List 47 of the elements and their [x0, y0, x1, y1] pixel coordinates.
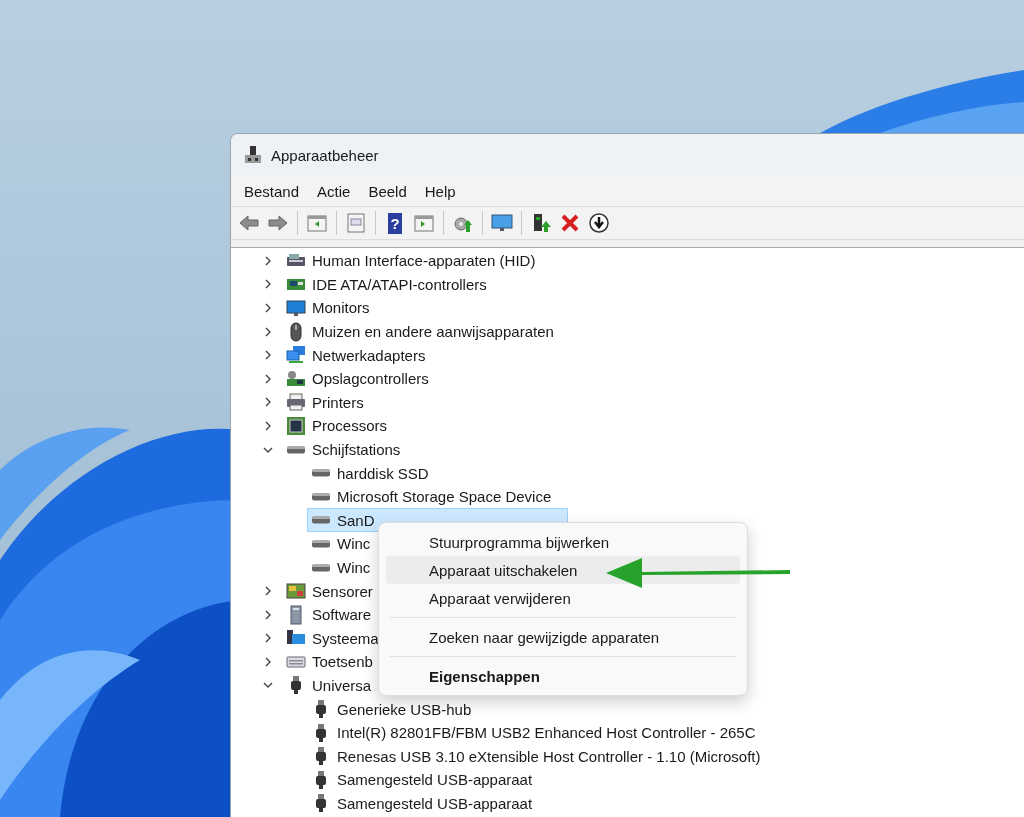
tree-item[interactable]: Software: [282, 602, 377, 627]
download-circle-icon[interactable]: [586, 210, 612, 236]
menu-item[interactable]: Beeld: [361, 180, 414, 202]
menu-item[interactable]: Help: [417, 180, 463, 202]
tree-item[interactable]: Microsoft Storage Space Device: [307, 484, 557, 509]
drive-icon: [311, 539, 331, 548]
tree-item[interactable]: Samengesteld USB-apparaat: [307, 791, 538, 816]
context-menu-item[interactable]: Zoeken naar gewijzigde apparaten: [386, 623, 740, 651]
tree-item[interactable]: Processors: [282, 413, 393, 438]
menu-item[interactable]: Actie: [310, 180, 358, 202]
monitor-icon: [286, 298, 306, 318]
drive-icon: [311, 469, 331, 478]
drive-icon: [311, 516, 331, 525]
context-menu-item[interactable]: Apparaat verwijderen: [386, 584, 740, 612]
tree-item[interactable]: Human Interface-apparaten (HID): [282, 248, 541, 273]
menu-item[interactable]: Bestand: [237, 180, 307, 202]
tree-item[interactable]: Opslagcontrollers: [282, 366, 434, 391]
tree-item[interactable]: harddisk SSD: [307, 461, 434, 486]
tree-item[interactable]: Muizen en andere aanwijsapparaten: [282, 319, 559, 344]
tree-item[interactable]: Samengesteld USB-apparaat: [307, 767, 538, 792]
sensor-icon: [286, 581, 306, 602]
tree-item[interactable]: Renesas USB 3.10 eXtensible Host Controller - 1.10 (Microsoft): [307, 744, 766, 769]
drive-icon: [311, 563, 331, 572]
tree-item[interactable]: IDE ATA/ATAPI-controllers: [282, 272, 492, 297]
context-menu-item[interactable]: Eigenschappen: [386, 662, 740, 690]
tree-item[interactable]: Monitors: [282, 296, 375, 320]
tree-item[interactable]: Systeema: [282, 626, 384, 651]
window-title: Apparaatbeheer: [271, 146, 379, 164]
drive-icon: [286, 445, 306, 454]
printer-icon: [286, 392, 306, 413]
context-menu-item[interactable]: Apparaat uitschakelen: [386, 556, 740, 584]
device-manager-icon: [243, 145, 263, 165]
tree-item[interactable]: Generieke USB-hub: [307, 697, 477, 722]
tree-item[interactable]: Intel(R) 82801FB/FBM USB2 Enhanced Host Controller - 265C: [307, 720, 761, 745]
tree-item[interactable]: Winc: [307, 555, 376, 580]
help-button[interactable]: ?: [388, 212, 402, 234]
tree-item[interactable]: Toetsenb: [282, 649, 378, 674]
tree-item[interactable]: Sensorer: [282, 579, 378, 604]
tree-item[interactable]: Universa: [282, 673, 377, 698]
network-icon: [286, 345, 306, 366]
storage-controller-icon: [286, 368, 306, 389]
tree-item[interactable]: Schijfstations: [282, 437, 406, 462]
tree-item[interactable]: Netwerkadapters: [282, 343, 431, 368]
tree-item[interactable]: Printers: [282, 390, 369, 415]
tree-item[interactable]: Winc: [307, 531, 376, 556]
drive-icon: [311, 492, 331, 501]
chip-icon: [286, 415, 306, 436]
